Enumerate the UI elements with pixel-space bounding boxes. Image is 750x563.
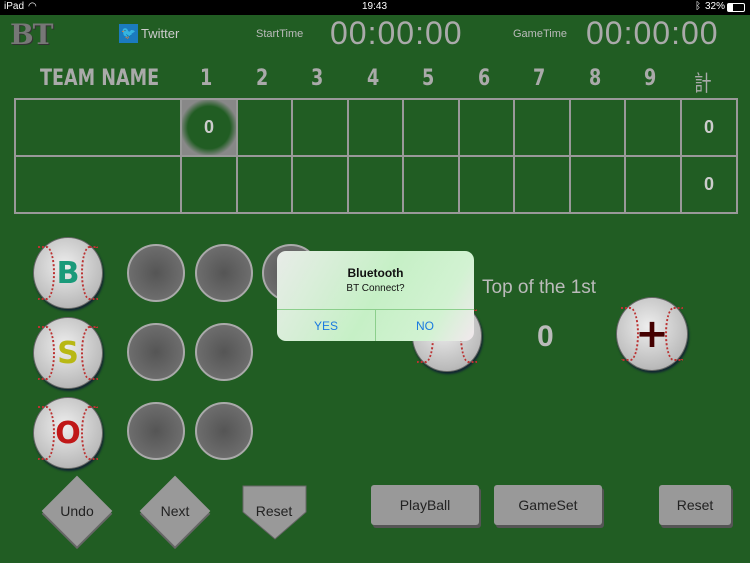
strike-letter: S — [57, 335, 79, 371]
inning-score-cell[interactable] — [569, 155, 626, 214]
team-name-header: TEAM NAME — [40, 66, 160, 91]
wifi-icon: ◠ — [28, 1, 37, 12]
out-indicator — [195, 402, 253, 460]
start-time: 00:00:00 — [330, 15, 463, 51]
battery-icon — [727, 3, 745, 12]
inning-score-cell[interactable] — [402, 98, 460, 157]
inning-score-cell[interactable] — [291, 155, 349, 214]
inning-score-cell[interactable] — [569, 98, 626, 157]
battery-level: 32% — [705, 1, 726, 12]
inning-header: 8 — [589, 66, 602, 91]
yes-button[interactable]: YES — [277, 310, 376, 341]
inning-label: Top of the 1st — [482, 277, 597, 298]
gameset-button[interactable]: GameSet — [494, 485, 602, 525]
inning-score-cell[interactable] — [458, 98, 515, 157]
game-time: 00:00:00 — [586, 15, 719, 51]
undo-label: Undo — [60, 503, 94, 519]
inning-header: 7 — [533, 66, 546, 91]
ball-letter: B — [56, 255, 80, 291]
inning-header: 4 — [367, 66, 380, 91]
no-button[interactable]: NO — [376, 310, 474, 341]
out-indicator — [127, 402, 185, 460]
bluetooth-icon: ᛒ — [695, 1, 701, 12]
status-bar: iPad ◠ 19:43 ᛒ 32% — [0, 0, 750, 15]
reset-button[interactable]: Reset — [659, 485, 731, 525]
inning-score-cell[interactable] — [347, 155, 404, 214]
inning-score-cell[interactable] — [624, 155, 682, 214]
inning-header: 5 — [422, 66, 435, 91]
ball-count-button[interactable]: B — [33, 237, 103, 309]
bluetooth-alert: Bluetooth BT Connect? YES NO — [277, 251, 474, 341]
ball-indicator — [127, 244, 185, 302]
inning-score-cell[interactable] — [458, 155, 515, 214]
plus-icon: + — [635, 311, 669, 357]
inning-score-cell[interactable] — [402, 155, 460, 214]
out-count-button[interactable]: O — [33, 397, 103, 469]
team-name-cell[interactable] — [14, 98, 182, 157]
inning-score-cell[interactable] — [236, 155, 293, 214]
twitter-button[interactable]: 🐦 Twitter — [119, 24, 179, 43]
total-header: 計 — [694, 72, 712, 97]
team-name-cell[interactable] — [14, 155, 182, 214]
inning-score-cell[interactable] — [513, 98, 571, 157]
inning-header: 2 — [256, 66, 269, 91]
inning-score-cell[interactable] — [624, 98, 682, 157]
inning-score-cell[interactable] — [236, 98, 293, 157]
inning-score-cell[interactable] — [291, 98, 349, 157]
alert-message: BT Connect? — [346, 283, 405, 294]
reset-plate-label: Reset — [255, 503, 293, 519]
strike-indicator — [195, 323, 253, 381]
start-time-label: StartTime — [256, 28, 304, 40]
twitter-icon: 🐦 — [119, 24, 138, 43]
alert-title: Bluetooth — [347, 266, 404, 280]
next-label: Next — [160, 503, 190, 519]
inning-score-cell[interactable] — [180, 155, 238, 214]
strike-indicator — [127, 323, 185, 381]
inning-score-cell[interactable]: 0 — [180, 98, 238, 157]
inning-score: 0 — [537, 320, 554, 353]
plus-button[interactable]: + — [616, 297, 688, 371]
game-time-label: GameTime — [513, 28, 567, 40]
ball-indicator — [195, 244, 253, 302]
inning-header: 6 — [478, 66, 491, 91]
inning-score-cell[interactable] — [513, 155, 571, 214]
playball-button[interactable]: PlayBall — [371, 485, 479, 525]
strike-count-button[interactable]: S — [33, 317, 103, 389]
inning-header: 9 — [644, 66, 657, 91]
out-letter: O — [55, 415, 81, 451]
inning-score-cell[interactable] — [347, 98, 404, 157]
device-name: iPad — [4, 1, 25, 12]
logo: BT — [10, 18, 54, 51]
inning-header: 1 — [200, 66, 213, 91]
twitter-label: Twitter — [141, 26, 180, 41]
total-cell[interactable]: 0 — [680, 98, 738, 157]
clock: 19:43 — [362, 1, 388, 12]
inning-header: 3 — [311, 66, 324, 91]
total-cell[interactable]: 0 — [680, 155, 738, 214]
